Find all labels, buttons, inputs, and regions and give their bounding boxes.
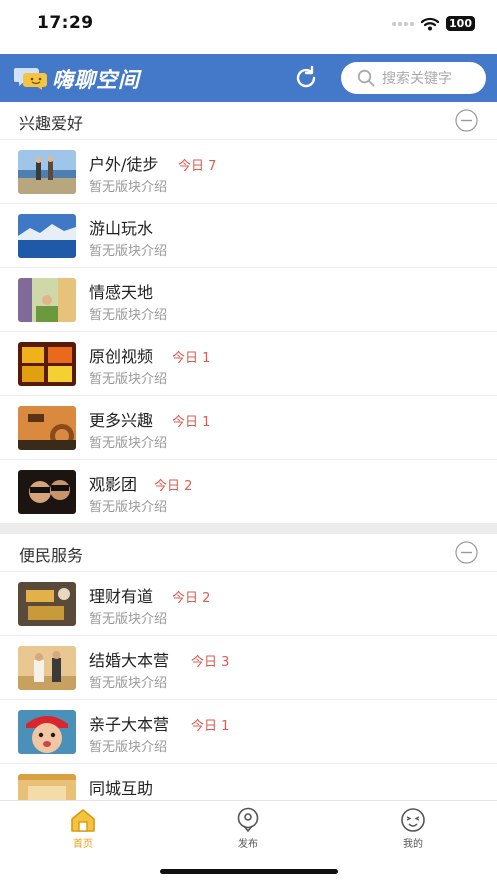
forum-title: 情感天地 [89,283,154,302]
forum-title: 原创视频 [89,347,154,366]
forum-thumbnail [18,470,76,514]
forum-item-emotion[interactable]: 情感天地 暂无版块介绍 [0,268,497,332]
forum-description: 暂无版块介绍 [89,500,168,515]
forum-thumbnail [18,278,76,322]
section-title: 兴趣爱好 [19,114,84,133]
collapse-icon[interactable] [455,109,478,132]
forum-thumbnail [18,582,76,626]
status-bar: 17:29 100 [0,0,497,54]
forum-item-movie-group[interactable]: 观影团 今日 2 暂无版块介绍 [0,460,497,524]
search-icon [357,69,375,87]
tab-publish[interactable]: 发布 [203,807,293,850]
section-header-interests: 兴趣爱好 [0,102,497,140]
forum-item-more-interests[interactable]: 更多兴趣 今日 1 暂无版块介绍 [0,396,497,460]
section-title: 便民服务 [19,546,84,565]
search-input[interactable]: 搜索关键字 [341,62,486,94]
profile-icon [401,808,425,832]
forum-list: 兴趣爱好 户外/徒步 今日 7 暂无版块介绍 游山玩水 暂无版块介绍 情感天地 … [0,102,497,800]
forum-thumbnail [18,342,76,386]
forum-item-original-video[interactable]: 原创视频 今日 1 暂无版块介绍 [0,332,497,396]
chat-logo-icon [14,68,47,90]
battery-indicator: 100 [446,16,475,31]
tab-mine[interactable]: 我的 [368,807,458,850]
forum-description: 暂无版块介绍 [89,372,168,387]
collapse-icon[interactable] [455,541,478,564]
section-header-services: 便民服务 [0,534,497,572]
today-count: 今日 7 [178,159,217,174]
forum-description: 暂无版块介绍 [89,740,168,755]
home-icon [71,809,95,832]
today-count: 今日 1 [172,351,211,366]
forum-item-finance[interactable]: 理财有道 今日 2 暂无版块介绍 [0,572,497,636]
forum-title: 理财有道 [89,587,154,606]
today-count: 今日 1 [172,415,211,430]
forum-title: 亲子大本营 [89,715,170,734]
forum-item-travel[interactable]: 游山玩水 暂无版块介绍 [0,204,497,268]
forum-description: 暂无版块介绍 [89,676,168,691]
forum-title: 户外/徒步 [89,155,159,174]
home-indicator [160,869,338,874]
forum-item-mutual-help[interactable]: 同城互助 [0,764,497,800]
forum-thumbnail [18,774,76,800]
forum-item-wedding[interactable]: 结婚大本营 今日 3 暂无版块介绍 [0,636,497,700]
forum-description: 暂无版块介绍 [89,612,168,627]
signal-icon [392,21,415,26]
today-count: 今日 3 [191,655,230,670]
tab-home[interactable]: 首页 [38,807,128,850]
app-name: 嗨聊空间 [52,68,140,92]
forum-description: 暂无版块介绍 [89,308,168,323]
forum-item-outdoor[interactable]: 户外/徒步 今日 7 暂无版块介绍 [0,140,497,204]
forum-title: 游山玩水 [89,219,154,238]
search-placeholder: 搜索关键字 [382,71,452,87]
today-count: 今日 2 [154,479,193,494]
publish-icon [237,807,259,832]
forum-thumbnail [18,150,76,194]
forum-item-parenting[interactable]: 亲子大本营 今日 1 暂无版块介绍 [0,700,497,764]
forum-thumbnail [18,646,76,690]
forum-title: 同城互助 [89,779,154,798]
section-divider [0,524,497,534]
status-time: 17:29 [37,13,94,33]
refresh-icon[interactable] [293,65,319,91]
forum-title: 更多兴趣 [89,411,154,430]
forum-title: 观影团 [89,475,138,494]
tab-label: 首页 [73,839,93,850]
forum-title: 结婚大本营 [89,651,170,670]
forum-description: 暂无版块介绍 [89,436,168,451]
wifi-icon [421,17,440,30]
forum-thumbnail [18,710,76,754]
today-count: 今日 2 [172,591,211,606]
tab-label: 发布 [238,839,258,850]
tab-label: 我的 [403,839,423,850]
app-header: 嗨聊空间 搜索关键字 [0,54,497,102]
forum-thumbnail [18,214,76,258]
forum-description: 暂无版块介绍 [89,244,168,259]
forum-thumbnail [18,406,76,450]
today-count: 今日 1 [191,719,230,734]
forum-description: 暂无版块介绍 [89,180,168,195]
status-indicators: 100 [392,16,475,31]
